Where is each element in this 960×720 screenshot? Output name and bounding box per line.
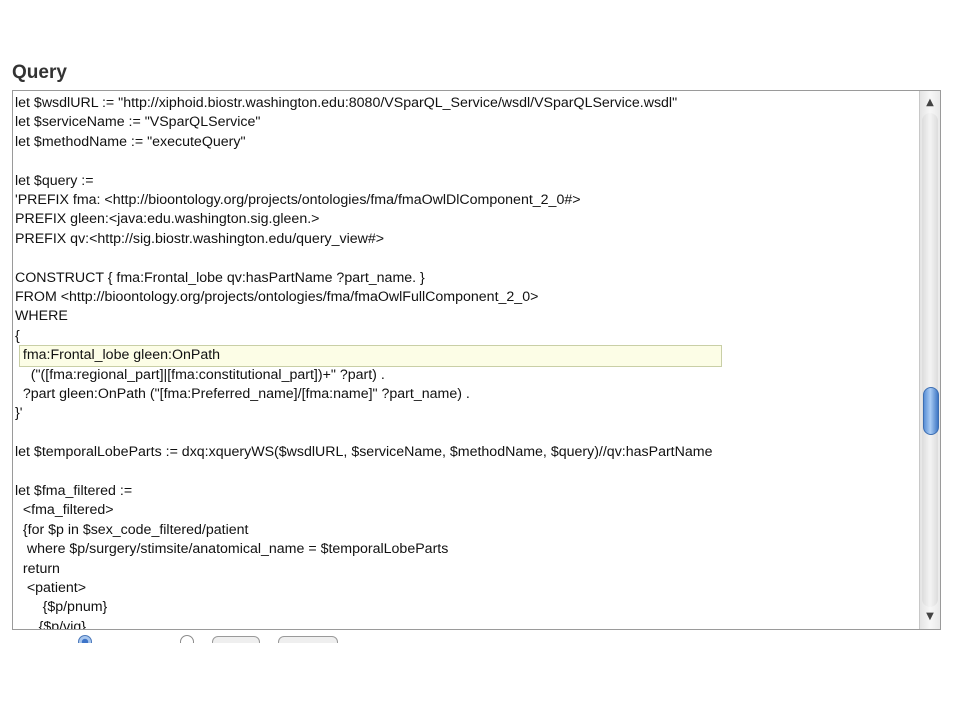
radio-button-selected[interactable] xyxy=(78,635,92,643)
code-line: <patient> xyxy=(15,580,86,596)
code-line: let $temporalLobeParts := dxq:xqueryWS($… xyxy=(15,444,713,461)
partially-visible-controls xyxy=(0,631,960,643)
code-line: }' xyxy=(15,405,23,422)
code-line: FROM <http://bioontology.org/projects/on… xyxy=(15,289,539,305)
scroll-track[interactable] xyxy=(922,113,939,607)
query-code-area[interactable]: let $wsdlURL := "http://xiphoid.biostr.w… xyxy=(13,91,919,629)
vertical-scrollbar[interactable]: ▲ ▼ xyxy=(919,91,940,629)
code-line: {$p/pnum} xyxy=(15,599,108,616)
code-line: let $query := xyxy=(15,172,94,189)
query-heading: Query xyxy=(12,62,67,83)
code-line: let $serviceName := "VSparQLService" xyxy=(15,114,261,131)
code-line: return xyxy=(15,560,60,577)
code-line: WHERE xyxy=(15,308,68,325)
code-line: { xyxy=(15,327,20,344)
code-line: PREFIX gleen:<java:edu.washington.sig.gl… xyxy=(15,211,320,228)
code-line: {$p/viq} xyxy=(15,618,86,629)
query-editor[interactable]: let $wsdlURL := "http://xiphoid.biostr.w… xyxy=(12,90,941,630)
radio-button[interactable] xyxy=(180,635,194,643)
action-button-2[interactable] xyxy=(278,636,338,643)
scroll-thumb[interactable] xyxy=(923,387,939,435)
code-line: CONSTRUCT { fma:Frontal_lobe qv:hasPartN… xyxy=(15,269,425,286)
code-line: ?part gleen:OnPath ("[fma:Preferred_name… xyxy=(15,386,470,402)
action-button[interactable] xyxy=(212,636,260,643)
code-line: 'PREFIX fma: <http://bioontology.org/pro… xyxy=(15,192,581,208)
code-line: ("([fma:regional_part]|[fma:constitution… xyxy=(15,366,385,383)
scroll-up-arrow-icon[interactable]: ▲ xyxy=(920,94,940,112)
code-line: let $wsdlURL := "http://xiphoid.biostr.w… xyxy=(15,95,678,111)
code-line: fma:Frontal_lobe gleen:OnPath xyxy=(15,347,221,364)
code-line: let $fma_filtered := xyxy=(15,483,133,499)
code-line: {for $p in $sex_code_filtered/patient xyxy=(15,521,249,538)
scroll-down-arrow-icon[interactable]: ▼ xyxy=(920,608,940,626)
code-line: where $p/surgery/stimsite/anatomical_nam… xyxy=(15,541,449,558)
code-line: PREFIX qv:<http://sig.biostr.washington.… xyxy=(15,230,385,247)
code-line: <fma_filtered> xyxy=(15,502,114,519)
code-line: let $methodName := "executeQuery" xyxy=(15,133,246,150)
